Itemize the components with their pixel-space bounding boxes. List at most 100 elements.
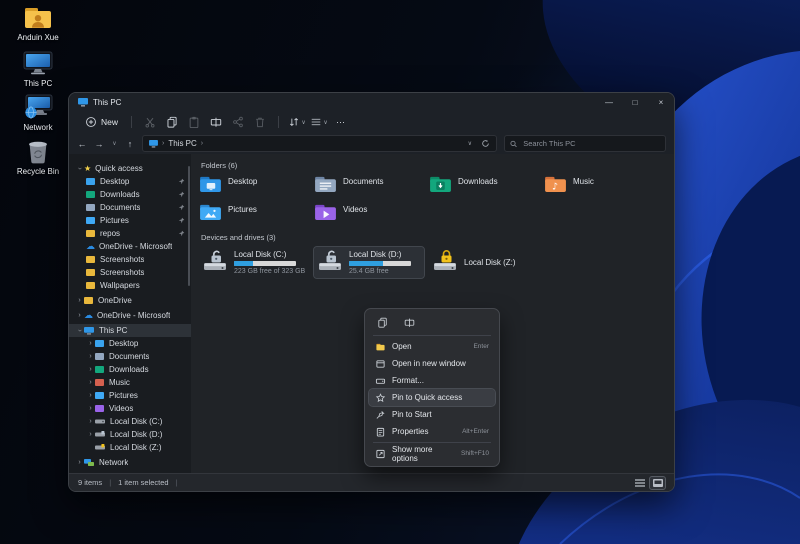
chevron-right-icon[interactable]: ›	[86, 392, 95, 399]
desktop-icon-recycle-bin[interactable]: Recycle Bin	[9, 138, 67, 176]
more-options-button[interactable]: ⋯	[336, 117, 345, 128]
chevron-right-icon[interactable]: ›	[75, 297, 84, 304]
sidebar-item-onedrive[interactable]: › OneDrive	[69, 294, 191, 307]
sidebar-item-pc-music[interactable]: › Music	[69, 376, 191, 389]
sidebar-item-network[interactable]: › Network	[69, 456, 191, 469]
copy-button[interactable]	[161, 114, 183, 130]
sidebar-item-pc-videos[interactable]: › Videos	[69, 402, 191, 415]
view-button[interactable]: ∨	[308, 114, 330, 130]
menu-item-properties[interactable]: Properties Alt+Enter	[369, 423, 495, 440]
menu-copy-button[interactable]	[371, 315, 393, 330]
folder-icon	[86, 230, 95, 237]
folder-tile-pictures[interactable]: Pictures	[199, 203, 314, 225]
chevron-right-icon[interactable]: ›	[86, 340, 95, 347]
sidebar-item-pc-pictures[interactable]: › Pictures	[69, 389, 191, 402]
menu-item-pin-to-start[interactable]: Pin to Start	[369, 406, 495, 423]
menu-item-open-new-window[interactable]: Open in new window	[369, 355, 495, 372]
network-icon	[84, 458, 94, 466]
sidebar-item-onedrive-microsoft[interactable]: ☁ OneDrive - Microsoft	[69, 240, 191, 253]
maximize-button[interactable]: □	[622, 93, 648, 111]
search-box[interactable]	[504, 135, 666, 152]
up-button[interactable]: ↑	[125, 139, 135, 149]
sidebar-item-quick-access[interactable]: › ★ Quick access	[69, 162, 191, 175]
menu-item-show-more-options[interactable]: Show more options Shift+F10	[369, 445, 495, 463]
folder-tile-desktop[interactable]: Desktop	[199, 175, 314, 197]
drive-tile-c[interactable]: Local Disk (C:) 223 GB free of 323 GB	[199, 247, 309, 278]
sidebar-item-screenshots-2[interactable]: Screenshots	[69, 266, 191, 279]
sidebar-scrollbar[interactable]	[188, 166, 190, 286]
search-icon	[510, 140, 517, 147]
chevron-right-icon[interactable]: ›	[86, 353, 95, 360]
menu-rename-button[interactable]	[398, 315, 420, 330]
drive-tile-z[interactable]: Local Disk (Z:)	[429, 247, 516, 278]
sidebar-item-wallpapers[interactable]: Wallpapers	[69, 279, 191, 292]
menu-item-format[interactable]: Format...	[369, 372, 495, 389]
rename-button[interactable]	[205, 114, 227, 130]
chevron-right-icon[interactable]: ›	[86, 418, 95, 425]
menu-item-open[interactable]: Open Enter	[369, 338, 495, 355]
sidebar-item-downloads[interactable]: Downloads	[69, 188, 191, 201]
drive-tile-d[interactable]: Local Disk (D:) 25.4 GB free	[313, 246, 425, 279]
refresh-icon[interactable]	[481, 139, 490, 148]
sidebar-item-desktop[interactable]: Desktop	[69, 175, 191, 188]
star-icon: ★	[84, 163, 92, 173]
desktop-icon-label: Recycle Bin	[16, 167, 60, 176]
sidebar-item-local-disk-z[interactable]: Local Disk (Z:)	[69, 441, 191, 454]
sidebar-item-repos[interactable]: repos	[69, 227, 191, 240]
sidebar-item-pictures[interactable]: Pictures	[69, 214, 191, 227]
item-count: 9 items	[78, 478, 103, 487]
sidebar-item-documents[interactable]: Documents	[69, 201, 191, 214]
chevron-right-icon[interactable]: ›	[86, 366, 95, 373]
details-view-button[interactable]	[632, 477, 647, 489]
chevron-down-icon[interactable]: ›	[76, 164, 83, 173]
folder-tile-videos[interactable]: Videos	[314, 203, 429, 225]
folder-tile-documents[interactable]: Documents	[314, 175, 429, 197]
close-button[interactable]: ×	[648, 93, 674, 111]
drives-section-header[interactable]: Devices and drives (3)	[201, 233, 674, 242]
window-body: › ★ Quick access Desktop Downloads Docum…	[69, 154, 674, 473]
sidebar-item-pc-downloads[interactable]: › Downloads	[69, 363, 191, 376]
chevron-down-icon[interactable]: ›	[76, 326, 83, 335]
folders-section-header[interactable]: Folders (6)	[201, 161, 674, 170]
large-icons-view-button[interactable]	[649, 475, 666, 490]
title-bar[interactable]: This PC — □ ×	[69, 93, 674, 111]
chevron-right-icon[interactable]: ›	[86, 431, 95, 438]
bitlocker-unlocked-icon	[326, 250, 336, 262]
back-button[interactable]: ←	[77, 139, 87, 149]
sidebar-item-pc-documents[interactable]: › Documents	[69, 350, 191, 363]
drive-icon	[203, 250, 229, 274]
desktop-icon-user-folder[interactable]: Anduin Xue	[9, 6, 67, 42]
sidebar-item-this-pc[interactable]: › This PC	[69, 324, 191, 337]
folder-tile-downloads[interactable]: Downloads	[429, 175, 544, 197]
desktop-icon-network[interactable]: Network	[9, 94, 67, 132]
address-dropdown-chevron[interactable]: ∨	[468, 140, 472, 147]
bitlocker-locked-icon	[441, 249, 452, 262]
chevron-right-icon[interactable]: ›	[75, 459, 84, 466]
folder-tile-music[interactable]: ♪ Music	[544, 175, 659, 197]
chevron-right-icon[interactable]: ›	[86, 405, 95, 412]
menu-separator	[373, 442, 491, 443]
paste-button	[183, 114, 205, 130]
search-input[interactable]	[521, 138, 660, 149]
desktop-icon-label: Anduin Xue	[17, 33, 59, 42]
sidebar-item-pc-desktop[interactable]: › Desktop	[69, 337, 191, 350]
chevron-right-icon[interactable]: ›	[86, 379, 95, 386]
breadcrumb[interactable]: › This PC › ∨	[142, 135, 497, 152]
menu-item-pin-to-quick-access[interactable]: Pin to Quick access	[368, 388, 496, 407]
sidebar-item-local-disk-c[interactable]: › Local Disk (C:)	[69, 415, 191, 428]
desktop-icon-this-pc[interactable]: This PC	[9, 50, 67, 88]
details-view-icon	[634, 478, 645, 487]
sidebar-item-local-disk-d[interactable]: › Local Disk (D:)	[69, 428, 191, 441]
sidebar-item-screenshots[interactable]: Screenshots	[69, 253, 191, 266]
chevron-right-icon[interactable]: ›	[75, 312, 84, 319]
new-window-icon	[376, 359, 385, 368]
recent-locations-button[interactable]: ∨	[111, 140, 118, 147]
sort-button[interactable]: ∨	[286, 114, 308, 130]
breadcrumb-this-pc[interactable]: This PC	[168, 139, 196, 148]
minimize-button[interactable]: —	[596, 93, 622, 111]
sidebar-item-onedrive-microsoft-root[interactable]: › ☁ OneDrive - Microsoft	[69, 309, 191, 322]
pin-icon	[178, 191, 185, 198]
new-button[interactable]: New	[79, 114, 124, 130]
status-bar: 9 items | 1 item selected |	[69, 473, 674, 491]
forward-button[interactable]: →	[94, 139, 104, 149]
